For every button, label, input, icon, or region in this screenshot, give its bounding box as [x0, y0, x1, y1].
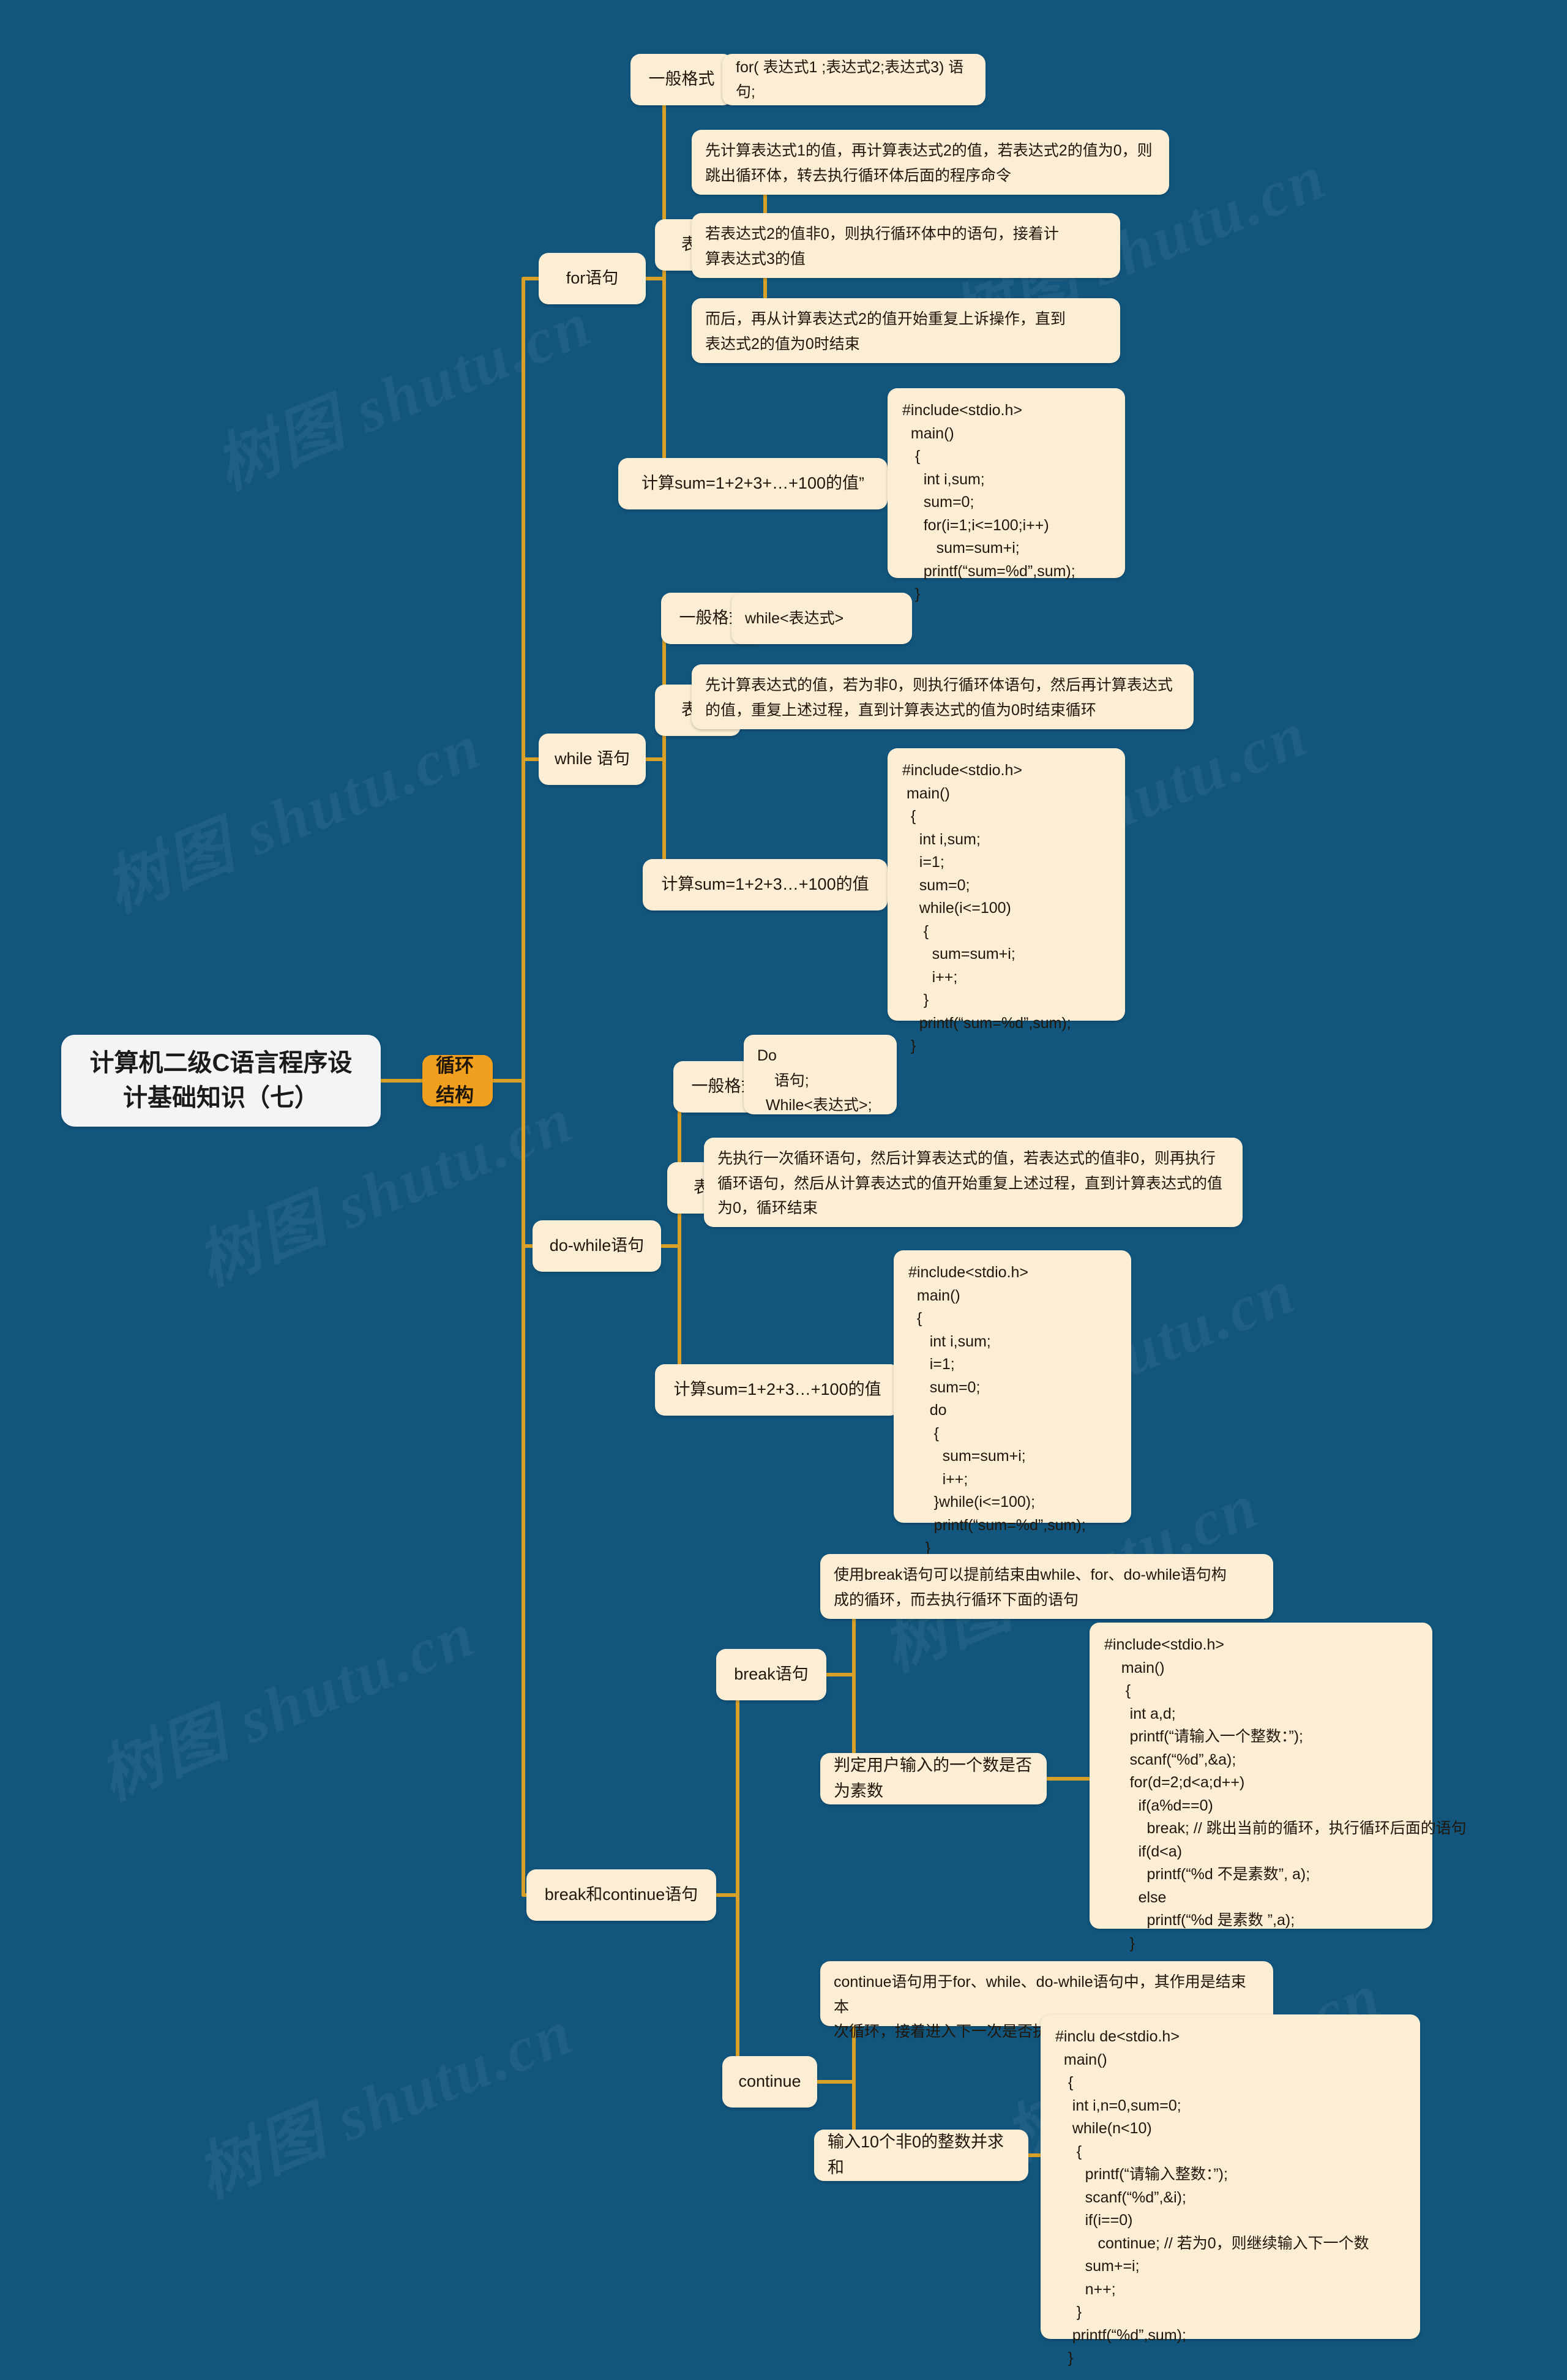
- leaf-for-represent-3[interactable]: 而后，再从计算表达式2的值开始重复上诉操作，直到 表达式2的值为0时结束: [692, 298, 1120, 363]
- subtopic-node-while-example[interactable]: 计算sum=1+2+3…+100的值: [643, 859, 888, 910]
- topic-node-break-continue[interactable]: break和continue语句: [526, 1869, 716, 1921]
- topic-node-dowhile[interactable]: do-while语句: [533, 1220, 661, 1272]
- leaf-while-represent-1[interactable]: 先计算表达式的值，若为非0，则执行循环体语句，然后再计算表达式 的值，重复上述过…: [692, 664, 1194, 729]
- root-node[interactable]: 计算机二级C语言程序设 计基础知识（七）: [61, 1035, 381, 1127]
- code-block-for[interactable]: #include<stdio.h> main() { int i,sum; su…: [888, 388, 1125, 603]
- subtopic-node-continue[interactable]: continue: [722, 2056, 817, 2108]
- subtopic-node-sum10[interactable]: 输入10个非0的整数并求和: [814, 2130, 1028, 2181]
- topic-node-for[interactable]: for语句: [539, 253, 646, 304]
- subtopic-node-for-example[interactable]: 计算sum=1+2+3+…+100的值”: [618, 458, 888, 509]
- code-block-break[interactable]: #include<stdio.h> main() { int a,d; prin…: [1090, 1623, 1467, 1952]
- leaf-for-format-value[interactable]: for( 表达式1 ;表达式2;表达式3) 语句;: [722, 54, 985, 105]
- code-block-continue[interactable]: #inclu de<stdio.h> main() { int i,n=0,su…: [1041, 2014, 1420, 2367]
- code-block-while[interactable]: #include<stdio.h> main() { int i,sum; i=…: [888, 748, 1125, 1054]
- leaf-for-represent-2[interactable]: 若表达式2的值非0，则执行循环体中的语句，接着计 算表达式3的值: [692, 213, 1120, 278]
- subtopic-node-dowhile-example[interactable]: 计算sum=1+2+3…+100的值: [655, 1364, 900, 1416]
- leaf-break-desc[interactable]: 使用break语句可以提前结束由while、for、do-while语句构 成的…: [820, 1554, 1273, 1619]
- leaf-while-format-value[interactable]: while<表达式>: [731, 593, 912, 644]
- mindmap-canvas: 树图 shutu.cn 树图 shutu.cn 树图 shutu.cn 树图 s…: [0, 0, 1567, 2380]
- node-layer: 计算机二级C语言程序设 计基础知识（七） 循环结构 for语句 一般格式 for…: [0, 0, 1567, 2380]
- branch-node-loop-structure[interactable]: 循环结构: [422, 1055, 493, 1106]
- subtopic-node-for-format[interactable]: 一般格式: [630, 54, 733, 105]
- subtopic-node-break[interactable]: break语句: [716, 1649, 826, 1700]
- leaf-dowhile-represent-1[interactable]: 先执行一次循环语句，然后计算表达式的值，若表达式的值非0，则再执行 循环语句，然…: [704, 1138, 1243, 1227]
- leaf-for-represent-1[interactable]: 先计算表达式1的值，再计算表达式2的值，若表达式2的值为0，则 跳出循环体，转去…: [692, 130, 1169, 195]
- code-block-dowhile[interactable]: #include<stdio.h> main() { int i,sum; i=…: [894, 1250, 1131, 1556]
- topic-node-while[interactable]: while 语句: [539, 734, 646, 785]
- subtopic-node-prime[interactable]: 判定用户输入的一个数是否为素数: [820, 1753, 1047, 1804]
- leaf-dowhile-format-value[interactable]: Do 语句; While<表达式>;: [744, 1035, 897, 1114]
